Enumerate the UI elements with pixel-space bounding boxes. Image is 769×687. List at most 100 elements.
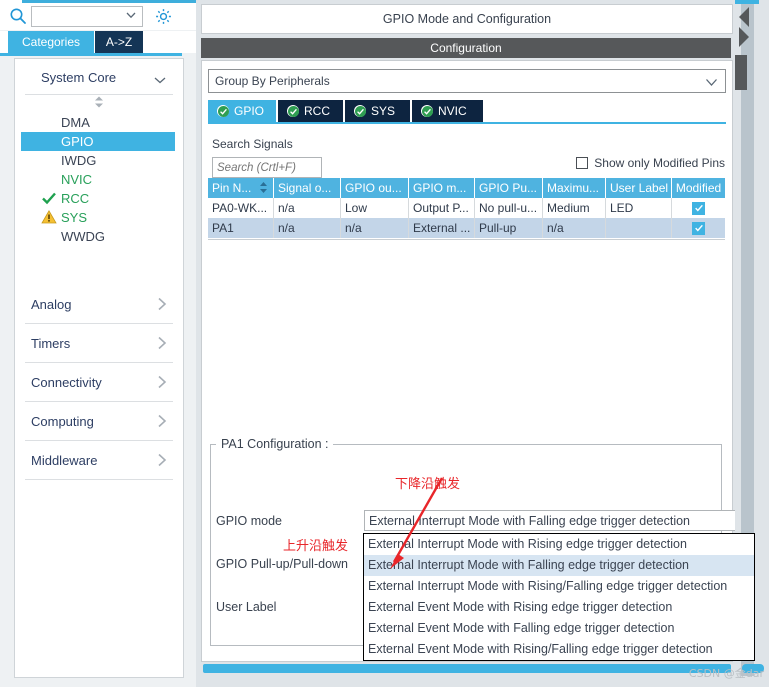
peripheral-item-gpio[interactable]: GPIO [21, 132, 175, 151]
cell-modified[interactable] [672, 198, 725, 218]
cell-user-label [606, 218, 672, 238]
category-computing[interactable]: Computing [25, 402, 173, 441]
pin-table: Pin N... Signal o... GPIO ou... GPIO m..… [208, 178, 725, 238]
column-header-signal[interactable]: Signal o... [274, 178, 341, 198]
pin-configuration-title: PA1 Configuration : [216, 437, 334, 451]
gpio-mode-select[interactable]: External Interrupt Mode with Falling edg… [364, 510, 752, 531]
peripheral-label: NVIC [61, 172, 93, 187]
dropdown-option[interactable]: External Interrupt Mode with Rising/Fall… [364, 576, 754, 597]
peripheral-item-rcc[interactable]: RCC [15, 189, 181, 208]
horizontal-scrollbar[interactable] [203, 664, 731, 673]
peripheral-label: GPIO [61, 134, 94, 149]
tab-rcc[interactable]: RCC [278, 100, 343, 122]
cell-maximum: Medium [543, 198, 606, 218]
tab-sys[interactable]: SYS [345, 100, 410, 122]
chevron-down-icon [153, 73, 167, 90]
peripheral-item-iwdg[interactable]: IWDG [15, 151, 181, 170]
column-header-pin-name[interactable]: Pin N... [208, 178, 274, 198]
peripheral-label: WWDG [61, 229, 106, 244]
dropdown-option[interactable]: External Event Mode with Rising/Falling … [364, 639, 754, 660]
cell-signal: n/a [274, 218, 341, 238]
category-label: Computing [31, 414, 94, 429]
top-accent-strip [22, 0, 196, 3]
column-header-maximum[interactable]: Maximu... [543, 178, 606, 198]
group-by-value: Group By Peripherals [215, 74, 330, 88]
cell-gpio-pull: Pull-up [475, 218, 543, 238]
tab-a-to-z[interactable]: A->Z [95, 31, 143, 53]
sidebar-topbar [0, 0, 196, 30]
cell-gpio-output: n/a [341, 218, 409, 238]
field-label-gpio-pull: GPIO Pull-up/Pull-down [216, 557, 349, 571]
column-header-gpio-mode[interactable]: GPIO m... [409, 178, 475, 198]
show-modified-label: Show only Modified Pins [594, 156, 725, 170]
watermark: CSDN @金dar [688, 667, 764, 680]
cell-user-label: LED [606, 198, 672, 218]
column-header-modified[interactable]: Modified [672, 178, 725, 198]
search-icon[interactable] [8, 6, 28, 26]
peripheral-tabstrip: GPIO RCC SYS NVIC [208, 100, 726, 122]
dropdown-option[interactable]: External Event Mode with Rising edge tri… [364, 597, 754, 618]
peripheral-item-sys[interactable]: SYS [15, 208, 181, 227]
cell-maximum: n/a [543, 218, 606, 238]
column-header-gpio-pull[interactable]: GPIO Pu... [475, 178, 543, 198]
dropdown-option[interactable]: External Interrupt Mode with Rising edge… [364, 534, 754, 555]
cell-modified[interactable] [672, 218, 725, 238]
configuration-header: Configuration [201, 38, 731, 58]
dropdown-option[interactable]: External Event Mode with Falling edge tr… [364, 618, 754, 639]
gpio-mode-dropdown-list[interactable]: External Interrupt Mode with Rising edge… [363, 533, 755, 661]
modified-checkbox[interactable] [692, 221, 705, 235]
peripheral-label: SYS [61, 210, 88, 225]
peripheral-label: RCC [61, 191, 90, 206]
sidebar-tabs: Categories A->Z [0, 31, 196, 53]
column-header-gpio-output[interactable]: GPIO ou... [341, 178, 409, 198]
search-signals-field[interactable] [213, 158, 321, 177]
page-title: GPIO Mode and Configuration [201, 4, 733, 34]
column-header-user-label[interactable]: User Label [606, 178, 672, 198]
check-circle-icon [421, 105, 433, 117]
annotation-falling-edge: 下降沿触发 [395, 477, 461, 492]
category-analog[interactable]: Analog [25, 285, 173, 324]
column-label: Modified [675, 181, 722, 195]
peripheral-item-dma[interactable]: DMA [15, 113, 181, 132]
sidebar-search-row [8, 4, 194, 28]
peripheral-label: IWDG [61, 153, 97, 168]
chevron-right-icon [155, 335, 169, 354]
search-signals-input[interactable] [212, 157, 322, 178]
sort-indicator-icon [259, 181, 268, 197]
scroll-updown-indicator[interactable] [15, 95, 183, 111]
cell-gpio-output: Low [341, 198, 409, 218]
gpio-mode-value: External Interrupt Mode with Falling edg… [369, 514, 691, 528]
sidebar-search-combo[interactable] [31, 5, 143, 27]
dropdown-option[interactable]: External Interrupt Mode with Falling edg… [364, 555, 754, 576]
tab-gpio[interactable]: GPIO [208, 100, 276, 122]
system-core-label: System Core [41, 70, 117, 85]
category-timers[interactable]: Timers [25, 324, 173, 363]
table-row[interactable]: PA0-WK... n/a Low Output P... No pull-u.… [208, 198, 725, 218]
category-group-list: Analog Timers Connectivity Computing Mid… [25, 285, 173, 480]
peripheral-item-wwdg[interactable]: WWDG [15, 227, 181, 246]
collapse-right-icon[interactable] [737, 26, 751, 51]
tab-label: NVIC [438, 104, 467, 118]
peripheral-item-nvic[interactable]: NVIC [15, 170, 181, 189]
system-core-header[interactable]: System Core [25, 64, 173, 95]
tab-label: GPIO [234, 104, 265, 118]
category-middleware[interactable]: Middleware [25, 441, 173, 480]
warning-icon [41, 209, 57, 225]
chevron-right-icon [155, 413, 169, 432]
table-bottom-border [208, 239, 725, 240]
edge-scroll-thumb[interactable] [735, 55, 747, 90]
gear-icon[interactable] [154, 7, 173, 26]
table-row[interactable]: PA1 n/a n/a External ... Pull-up n/a [208, 218, 725, 238]
group-by-select[interactable]: Group By Peripherals [208, 69, 726, 93]
category-connectivity[interactable]: Connectivity [25, 363, 173, 402]
tab-categories[interactable]: Categories [8, 31, 94, 53]
cell-gpio-mode: Output P... [409, 198, 475, 218]
tab-nvic[interactable]: NVIC [412, 100, 483, 122]
cell-signal: n/a [274, 198, 341, 218]
show-only-modified-pins[interactable]: Show only Modified Pins [576, 156, 725, 170]
search-signals-label: Search Signals [212, 137, 293, 151]
show-modified-checkbox[interactable] [576, 157, 589, 169]
modified-checkbox[interactable] [692, 201, 705, 215]
category-label: Connectivity [31, 375, 102, 390]
chevron-right-icon [155, 452, 169, 471]
